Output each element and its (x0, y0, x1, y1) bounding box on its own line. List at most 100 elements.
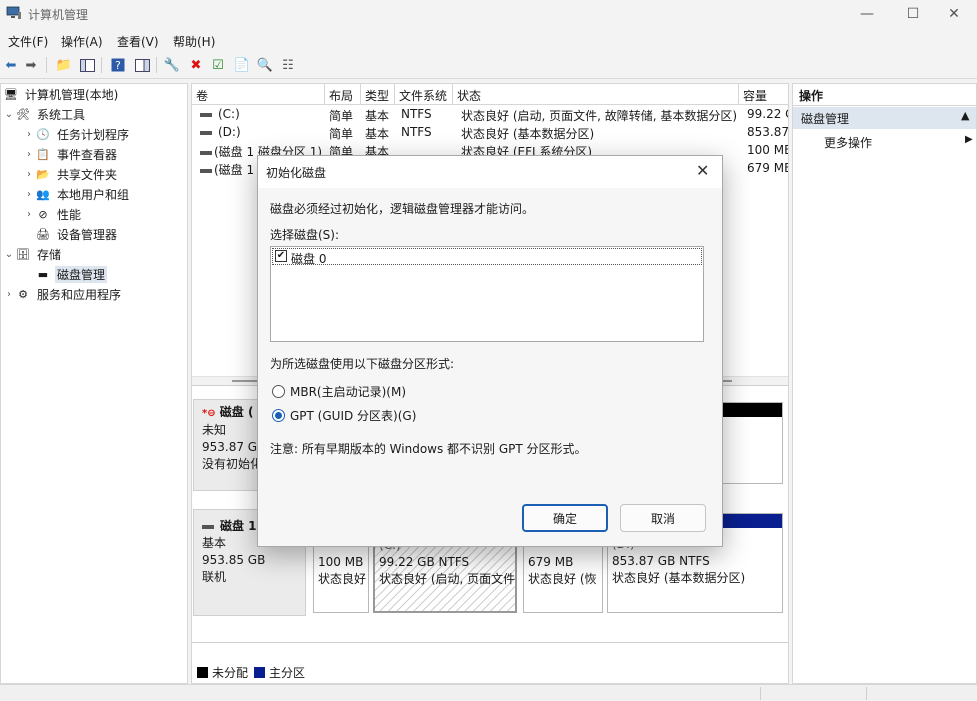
performance-icon: ⊘ (38, 208, 48, 221)
connect-icon[interactable]: 🔧 (163, 56, 181, 74)
collapse-up-icon[interactable]: ▲ (961, 109, 969, 122)
tree-item-event-viewer[interactable]: › 📋 事件查看器 (23, 145, 119, 164)
up-folder-icon[interactable]: 📁 (55, 56, 73, 74)
tree-item-local-users[interactable]: › 👥 本地用户和组 (23, 185, 131, 204)
chevron-down-icon[interactable]: ⌄ (3, 109, 15, 120)
partition-style-label: 为所选磁盘使用以下磁盘分区形式: (270, 357, 455, 371)
tree-item-services[interactable]: › ⚙ 服务和应用程序 (3, 285, 123, 304)
close-window-button[interactable]: ✕ (931, 0, 977, 28)
toolbar: ⬅ ➡ 📁 ? 🔧 ✖ ☑ 📄 🔍 ☷ (0, 52, 977, 79)
chevron-right-icon[interactable]: › (23, 209, 35, 220)
status-cell: 状态良好 (基本数据分区) (461, 127, 595, 141)
tree-item-storage[interactable]: ⌄ 🗄 存储 (3, 245, 63, 264)
disk-1-name: 磁盘 1 (202, 518, 265, 535)
users-icon: 👥 (36, 188, 50, 201)
tree-label: 设备管理器 (57, 228, 118, 242)
chevron-down-icon[interactable]: ⌄ (3, 249, 15, 260)
import-icon[interactable]: 📄 (233, 56, 251, 74)
tree-item-shared-folders[interactable]: › 📂 共享文件夹 (23, 165, 119, 184)
column-header-status[interactable]: 状态 (453, 84, 739, 105)
tree-item-task-scheduler[interactable]: › 🕓 任务计划程序 (23, 125, 131, 144)
menu-action[interactable]: 操作(A) (61, 33, 103, 50)
window-title: 计算机管理 (28, 8, 89, 22)
cancel-button[interactable]: 取消 (620, 504, 706, 532)
disk-0-size: 953.87 GE (202, 440, 265, 454)
select-disk-label: 选择磁盘(S): (270, 228, 340, 242)
tree-item-performance[interactable]: › ⊘ 性能 (23, 205, 83, 224)
tree-label: 计算机管理(本地) (25, 88, 119, 102)
chevron-right-icon[interactable]: › (23, 169, 35, 180)
initialize-disk-dialog: 初始化磁盘 ✕ 磁盘必须经过初始化，逻辑磁盘管理器才能访问。 选择磁盘(S): … (257, 155, 723, 547)
services-icon: ⚙ (18, 288, 28, 301)
device-manager-icon: 🖨 (36, 228, 50, 241)
event-viewer-icon: 📋 (36, 148, 50, 161)
mbr-radio[interactable] (272, 385, 285, 398)
more-actions-item[interactable]: 更多操作 ▶ (793, 131, 976, 153)
actions-section-disk-management[interactable]: 磁盘管理 ▲ (793, 107, 976, 129)
ok-button[interactable]: 确定 (522, 504, 608, 532)
help-icon[interactable]: ? (109, 56, 127, 74)
show-hide-tree-icon[interactable] (78, 56, 96, 74)
tree-item-disk-management[interactable]: ▬ 磁盘管理 (35, 265, 108, 284)
tree-label: 事件查看器 (57, 148, 118, 162)
menu-help[interactable]: 帮助(H) (173, 33, 215, 50)
type-cell: 基本 (365, 127, 390, 141)
column-header-capacity[interactable]: 容量 (739, 84, 788, 105)
status-cell: 状态良好 (启动, 页面文件, 故障转储, 基本数据分区) (461, 109, 738, 123)
dialog-message: 磁盘必须经过初始化，逻辑磁盘管理器才能访问。 (270, 202, 535, 216)
menu-view[interactable]: 查看(V) (117, 33, 159, 50)
menu-bar: 文件(F) 操作(A) 查看(V) 帮助(H) (0, 30, 977, 52)
tree-label: 共享文件夹 (57, 168, 118, 182)
legend-unallocated: 未分配 (212, 666, 249, 680)
column-header-type[interactable]: 类型 (361, 84, 395, 105)
delete-icon[interactable]: ✖ (187, 56, 205, 74)
back-arrow-icon[interactable]: ⬅ (2, 56, 20, 74)
chevron-right-icon[interactable]: › (23, 189, 35, 200)
list-item[interactable]: ✔ 磁盘 0 (272, 248, 702, 266)
disk-management-icon: ▬ (37, 268, 49, 281)
volume-icon (200, 112, 212, 117)
gpt-radio[interactable] (272, 409, 285, 422)
more-actions-label: 更多操作 (824, 136, 873, 150)
menu-file[interactable]: 文件(F) (8, 33, 48, 50)
disk-checkbox[interactable]: ✔ (275, 250, 287, 262)
svg-text:?: ? (115, 59, 121, 72)
chevron-right-icon[interactable]: › (23, 129, 35, 140)
clock-icon: 🕓 (36, 128, 50, 141)
chevron-right-icon[interactable]: › (3, 289, 15, 300)
tree-item-root[interactable]: 🖥 计算机管理(本地) (3, 85, 120, 104)
minimize-button[interactable]: — (844, 0, 890, 28)
column-header-layout[interactable]: 布局 (325, 84, 361, 105)
computer-management-icon (6, 6, 21, 19)
filesystem-cell: NTFS (401, 125, 432, 139)
volume-cell: (D:) (196, 124, 325, 142)
unallocated-bar (721, 403, 782, 417)
close-icon[interactable]: ✕ (696, 161, 709, 180)
tree-label: 性能 (57, 208, 82, 222)
check-icon[interactable]: ☑ (209, 56, 227, 74)
search-folder-icon[interactable]: 🔍 (256, 56, 274, 74)
maximize-button[interactable]: ☐ (890, 0, 936, 28)
forward-arrow-icon[interactable]: ➡ (22, 56, 40, 74)
tree-item-device-manager[interactable]: 🖨 设备管理器 (35, 225, 119, 244)
dialog-title: 初始化磁盘 (266, 166, 327, 180)
properties-pane-icon[interactable] (133, 56, 151, 74)
list-view-icon[interactable]: ☷ (279, 56, 297, 74)
gpt-label: GPT (GUID 分区表)(G) (290, 409, 417, 423)
actions-section-label: 磁盘管理 (801, 112, 850, 126)
layout-cell: 简单 (329, 109, 354, 123)
capacity-cell: 853.87 (747, 125, 788, 139)
disk-0-unallocated-region[interactable] (720, 402, 783, 484)
disk-0-type: 未知 (202, 423, 227, 437)
tree-label: 磁盘管理 (55, 266, 108, 283)
tools-icon: 🛠 (16, 108, 30, 121)
tree-item-system-tools[interactable]: ⌄ 🛠 系统工具 (3, 105, 87, 124)
column-header-filesystem[interactable]: 文件系统 (395, 84, 453, 105)
column-header-volume[interactable]: 卷 (192, 84, 325, 105)
navigation-tree: 🖥 计算机管理(本地) ⌄ 🛠 系统工具 › 🕓 任务计划程序 › 📋 事件查看… (0, 83, 188, 684)
volume-icon (200, 150, 212, 155)
dialog-title-bar: 初始化磁盘 ✕ (258, 156, 722, 188)
disk-listbox[interactable]: ✔ 磁盘 0 (270, 246, 704, 342)
tree-label: 本地用户和组 (57, 188, 130, 202)
chevron-right-icon[interactable]: › (23, 149, 35, 160)
